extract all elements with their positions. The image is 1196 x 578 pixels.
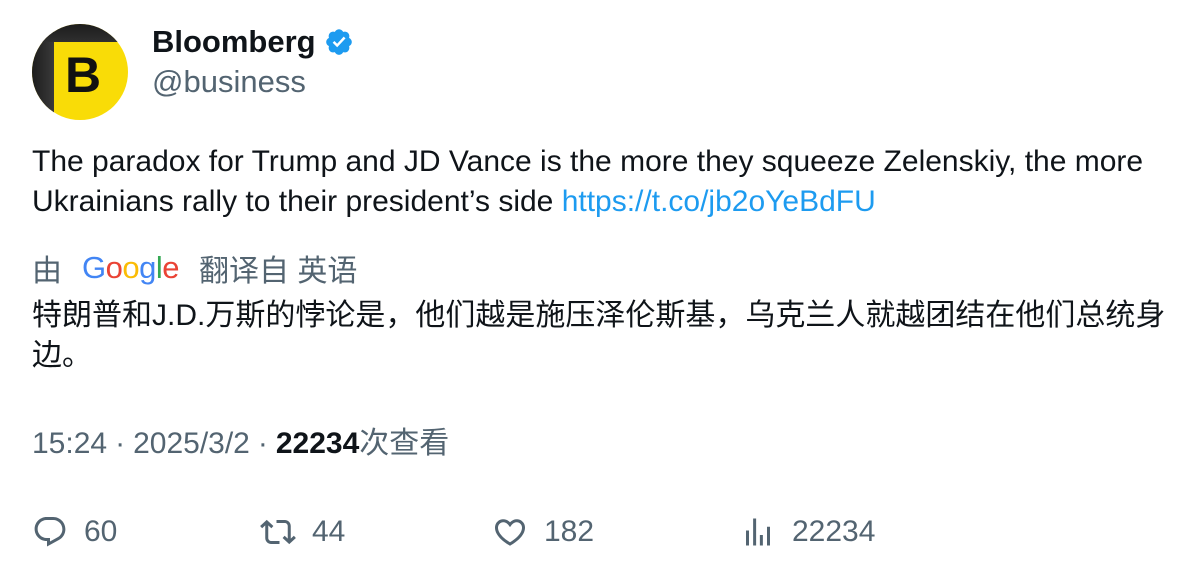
author-display-name[interactable]: Bloomberg [152,22,316,62]
views-label: 次查看 [359,427,450,460]
views-action-count: 22234 [792,515,876,548]
tweet-meta: 15:24 · 2025/3/2 · 22234 次查看 [32,424,449,464]
tweet-link[interactable]: https://t.co/jb2oYeBdFU [562,185,876,218]
translation-attribution: 由 Google 翻译自 英语 [32,248,357,288]
reply-icon [34,517,66,547]
views-button[interactable]: 22234 [740,510,875,554]
translation-suffix[interactable]: 翻译自 英语 [199,246,357,290]
google-logo: Google [82,250,180,285]
tweet-date[interactable]: 2025/3/2 [133,424,250,464]
views-count: 22234 [275,427,360,460]
avatar[interactable]: B [32,24,128,120]
author-name-row: Bloomberg [152,22,354,62]
retweet-count: 44 [312,515,346,548]
like-count: 182 [544,515,595,548]
reply-count: 60 [84,515,118,548]
meta-separator: · [115,427,126,460]
translation-prefix: 由 [32,255,62,288]
retweet-button[interactable]: 44 [260,510,345,554]
action-bar: 60 44 182 22234 [32,510,1172,554]
analytics-icon [746,518,770,546]
author-handle[interactable]: @business [152,62,306,102]
like-button[interactable]: 182 [492,510,594,554]
retweet-icon [260,519,296,545]
avatar-letter: B [64,47,102,103]
translated-text: 特朗普和J.D.万斯的悖论是，他们越是施压泽伦斯基，乌克兰人就越团结在他们总统身… [32,299,1166,372]
tweet-time[interactable]: 15:24 [32,424,107,464]
reply-button[interactable]: 60 [32,510,117,554]
meta-separator: · [257,427,268,460]
verified-badge-icon [325,29,352,55]
heart-icon [494,519,526,546]
tweet-text: The paradox for Trump and JD Vance is th… [32,142,1172,222]
